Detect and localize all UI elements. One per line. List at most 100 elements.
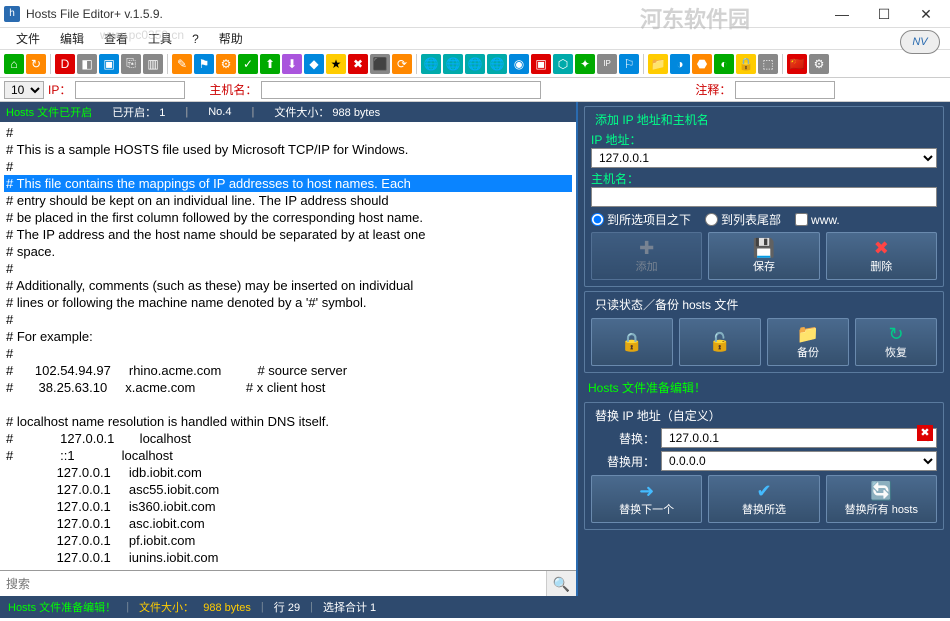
add-button[interactable]: ✚添加: [591, 232, 702, 280]
tb-settings-icon[interactable]: ⚙: [809, 54, 829, 74]
replace-next-button[interactable]: ➜替换下一个: [591, 475, 702, 523]
tb-icon[interactable]: ⬡: [553, 54, 573, 74]
radio-below[interactable]: 到所选项目之下: [591, 211, 691, 228]
tb-icon[interactable]: ◆: [304, 54, 324, 74]
editor-line[interactable]: 127.0.0.1 asc55.iobit.com: [4, 481, 572, 498]
editor-line[interactable]: 127.0.0.1 asc.iobit.com: [4, 515, 572, 532]
tb-lock-icon[interactable]: 🔒: [736, 54, 756, 74]
editor-line[interactable]: # lines or following the machine name de…: [4, 294, 572, 311]
find-label: 替换：: [591, 430, 655, 447]
tb-icon[interactable]: ⬆: [260, 54, 280, 74]
tb-icon[interactable]: ⚑: [194, 54, 214, 74]
editor-line[interactable]: # This file contains the mappings of IP …: [4, 175, 572, 192]
menu-tools[interactable]: 工具: [138, 30, 182, 47]
editor-line[interactable]: #: [4, 158, 572, 175]
chk-www[interactable]: www.: [795, 213, 840, 227]
tb-home-icon[interactable]: ⌂: [4, 54, 24, 74]
editor-line[interactable]: 127.0.0.1 iunins.iobit.com: [4, 549, 572, 566]
editor-line[interactable]: # The IP address and the host name shoul…: [4, 226, 572, 243]
editor-line[interactable]: #: [4, 311, 572, 328]
editor-line[interactable]: # be placed in the first column followed…: [4, 209, 572, 226]
tb-flag-icon[interactable]: 🇨🇳: [787, 54, 807, 74]
editor-line[interactable]: # entry should be kept on an individual …: [4, 192, 572, 209]
restore-button[interactable]: ↻恢复: [855, 318, 937, 366]
tb-icon[interactable]: ◧: [77, 54, 97, 74]
tb-down-icon[interactable]: D: [55, 54, 75, 74]
tb-icon[interactable]: ▣: [531, 54, 551, 74]
search-button[interactable]: 🔍: [546, 571, 576, 596]
tb-folder-icon[interactable]: 📁: [648, 54, 668, 74]
editor-line[interactable]: # For example:: [4, 328, 572, 345]
tb-icon[interactable]: ★: [326, 54, 346, 74]
tb-globe-icon[interactable]: 🌐: [465, 54, 485, 74]
editor-line[interactable]: # 38.25.63.10 x.acme.com # x client host: [4, 379, 572, 396]
ip-addr-select[interactable]: 127.0.0.1: [591, 148, 937, 168]
with-select[interactable]: 0.0.0.0: [661, 451, 937, 471]
host-filter-input[interactable]: [261, 81, 541, 99]
tb-icon[interactable]: ◑: [670, 54, 690, 74]
close-replace-button[interactable]: ✖: [917, 425, 933, 441]
menu-view[interactable]: 查看: [94, 30, 138, 47]
menu-file[interactable]: 文件: [6, 30, 50, 47]
editor-line[interactable]: # ::1 localhost: [4, 447, 572, 464]
menu-edit[interactable]: 编辑: [50, 30, 94, 47]
tb-icon[interactable]: ✓: [238, 54, 258, 74]
menu-help[interactable]: 帮助: [209, 30, 253, 47]
tb-icon[interactable]: ⬚: [758, 54, 778, 74]
lock-button[interactable]: 🔒: [591, 318, 673, 366]
tb-globe-icon[interactable]: 🌐: [421, 54, 441, 74]
tb-ip-icon[interactable]: IP: [597, 54, 617, 74]
backup-button[interactable]: 📁备份: [767, 318, 849, 366]
tb-icon[interactable]: ⬇: [282, 54, 302, 74]
editor-line[interactable]: # 127.0.0.1 localhost: [4, 430, 572, 447]
tb-icon[interactable]: ⚙: [216, 54, 236, 74]
tb-icon[interactable]: ⬣: [692, 54, 712, 74]
unlock-button[interactable]: 🔓: [679, 318, 761, 366]
radio-end[interactable]: 到列表尾部: [705, 211, 781, 228]
ip-filter-input[interactable]: [75, 81, 185, 99]
minimize-button[interactable]: —: [822, 2, 862, 26]
tb-icon[interactable]: ⟳: [392, 54, 412, 74]
tb-icon[interactable]: ◐: [714, 54, 734, 74]
editor-line[interactable]: #: [4, 124, 572, 141]
maximize-button[interactable]: ☐: [864, 2, 904, 26]
tb-icon[interactable]: ▥: [143, 54, 163, 74]
editor-line[interactable]: # Additionally, comments (such as these)…: [4, 277, 572, 294]
editor-line[interactable]: #: [4, 345, 572, 362]
replace-sel-button[interactable]: ✔替换所选: [708, 475, 819, 523]
tb-globe-icon[interactable]: 🌐: [443, 54, 463, 74]
tb-icon[interactable]: ✎: [172, 54, 192, 74]
find-select[interactable]: 127.0.0.1: [661, 428, 937, 448]
tb-globe-icon[interactable]: 🌐: [487, 54, 507, 74]
editor-line[interactable]: # 102.54.94.97 rhino.acme.com # source s…: [4, 362, 572, 379]
tb-copy-icon[interactable]: ⎘: [121, 54, 141, 74]
backup-icon: 📁: [797, 325, 819, 343]
num-select[interactable]: 10: [4, 81, 44, 99]
tb-icon[interactable]: ✦: [575, 54, 595, 74]
tb-icon[interactable]: ⚐: [619, 54, 639, 74]
editor-line[interactable]: [4, 396, 572, 413]
save-button[interactable]: 💾保存: [708, 232, 819, 280]
note-filter-input[interactable]: [735, 81, 835, 99]
delete-button[interactable]: ✖删除: [826, 232, 937, 280]
search-input[interactable]: [0, 571, 546, 596]
replace-all-button[interactable]: 🔄替换所有 hosts: [826, 475, 937, 523]
menu-q[interactable]: ?: [182, 32, 209, 46]
hostname-input[interactable]: [591, 187, 937, 207]
editor-line[interactable]: # localhost name resolution is handled w…: [4, 413, 572, 430]
editor-line[interactable]: 127.0.0.1 pf.iobit.com: [4, 532, 572, 549]
editor-line[interactable]: 127.0.0.1 idb.iobit.com: [4, 464, 572, 481]
tb-icon[interactable]: ⬛: [370, 54, 390, 74]
tb-icon[interactable]: ▣: [99, 54, 119, 74]
editor-line[interactable]: # space.: [4, 243, 572, 260]
editor-line[interactable]: # This is a sample HOSTS file used by Mi…: [4, 141, 572, 158]
hosts-editor[interactable]: ## This is a sample HOSTS file used by M…: [0, 122, 576, 570]
tb-icon[interactable]: ✖: [348, 54, 368, 74]
tb-refresh-icon[interactable]: ↻: [26, 54, 46, 74]
titlebar: h Hosts File Editor+ v.1.5.9. — ☐ ✕: [0, 0, 950, 28]
editor-line[interactable]: 127.0.0.1 is360.iobit.com: [4, 498, 572, 515]
close-button[interactable]: ✕: [906, 2, 946, 26]
tb-icon[interactable]: ◉: [509, 54, 529, 74]
searchbar: 🔍: [0, 570, 576, 596]
editor-line[interactable]: #: [4, 260, 572, 277]
